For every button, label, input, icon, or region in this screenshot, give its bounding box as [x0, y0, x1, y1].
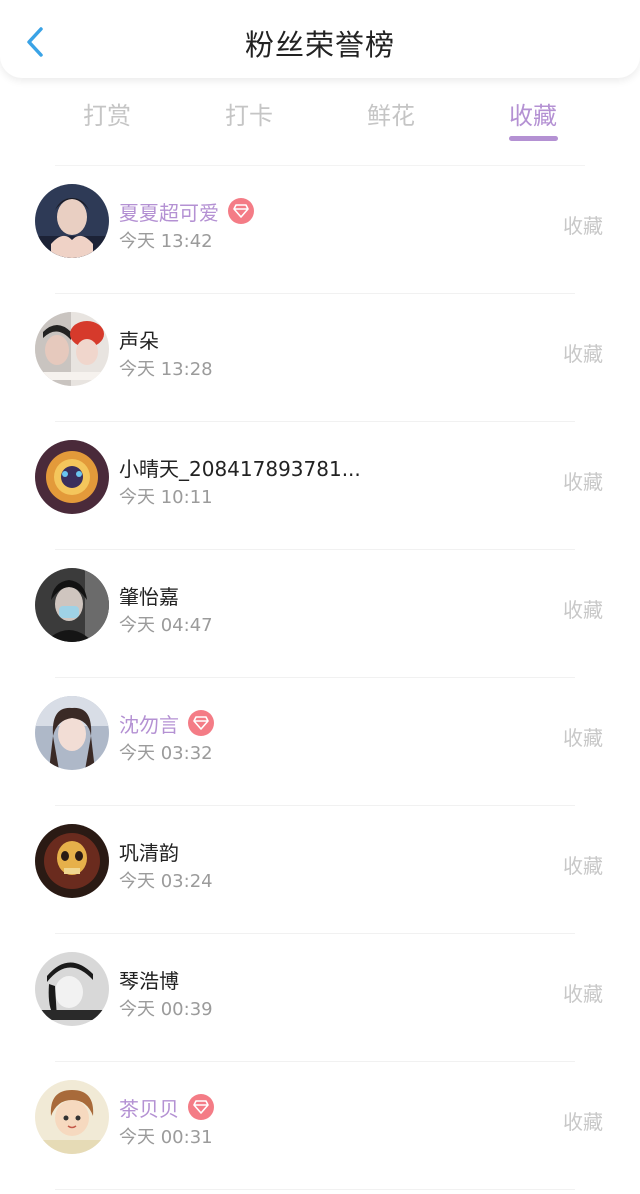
list-item[interactable]: 茶贝贝 今天 00:31 收藏 — [0, 1062, 640, 1190]
favorite-action[interactable]: 收藏 — [563, 722, 603, 751]
favorite-action[interactable]: 收藏 — [563, 466, 603, 495]
name-line: 茶贝贝 — [119, 1092, 214, 1122]
row-divider — [55, 1189, 575, 1190]
list-item[interactable]: 巩清韵 今天 03:24 收藏 — [0, 806, 640, 934]
fan-name: 小晴天_208417893781... — [119, 456, 361, 481]
fan-time: 今天 00:39 — [119, 999, 213, 1020]
avatar — [35, 824, 109, 898]
fan-time: 今天 13:42 — [119, 231, 213, 252]
list-item[interactable]: 小晴天_208417893781... 今天 10:11 收藏 — [0, 422, 640, 550]
fan-name: 夏夏超可爱 — [119, 200, 219, 225]
favorite-action[interactable]: 收藏 — [563, 594, 603, 623]
list-item[interactable]: 声朵 今天 13:28 收藏 — [0, 294, 640, 422]
fan-name: 声朵 — [119, 328, 159, 353]
fan-name: 沈勿言 — [119, 712, 179, 737]
fan-time: 今天 13:28 — [119, 359, 213, 380]
tab-reward[interactable]: 打赏 — [62, 96, 152, 131]
tab-checkin[interactable]: 打卡 — [204, 96, 294, 131]
name-line: 沈勿言 — [119, 708, 214, 738]
tab-flowers[interactable]: 鲜花 — [346, 96, 436, 131]
favorite-action[interactable]: 收藏 — [563, 210, 603, 239]
list-item[interactable]: 琴浩博 今天 00:39 收藏 — [0, 934, 640, 1062]
list-item[interactable]: 肇怡嘉 今天 04:47 收藏 — [0, 550, 640, 678]
name-line: 琴浩博 — [119, 964, 179, 994]
avatar — [35, 1080, 109, 1154]
fan-time: 今天 03:32 — [119, 743, 213, 764]
fan-name: 茶贝贝 — [119, 1096, 179, 1121]
fan-time: 今天 10:11 — [119, 487, 213, 508]
diamond-badge-icon — [228, 198, 254, 224]
name-line: 巩清韵 — [119, 836, 179, 866]
header-bar: 粉丝荣誉榜 — [0, 0, 640, 78]
fan-time: 今天 04:47 — [119, 615, 213, 636]
avatar — [35, 184, 109, 258]
diamond-badge-icon — [188, 1094, 214, 1120]
name-line: 肇怡嘉 — [119, 580, 179, 610]
fan-list: 夏夏超可爱 今天 13:42 收藏 声朵 今天 13:28 收藏 小晴天_208… — [0, 166, 640, 1190]
favorite-action[interactable]: 收藏 — [563, 1106, 603, 1135]
favorite-action[interactable]: 收藏 — [563, 338, 603, 367]
avatar — [35, 312, 109, 386]
avatar — [35, 568, 109, 642]
fan-time: 今天 00:31 — [119, 1127, 213, 1148]
diamond-badge-icon — [188, 710, 214, 736]
fan-name: 琴浩博 — [119, 968, 179, 993]
name-line: 小晴天_208417893781... — [119, 452, 361, 482]
tab-favorites[interactable]: 收藏 — [488, 96, 578, 131]
active-tab-indicator — [509, 136, 558, 141]
fan-time: 今天 03:24 — [119, 871, 213, 892]
tab-bar: 打赏 打卡 鲜花 收藏 — [0, 90, 640, 150]
avatar — [35, 952, 109, 1026]
list-item[interactable]: 夏夏超可爱 今天 13:42 收藏 — [0, 166, 640, 294]
avatar — [35, 440, 109, 514]
favorite-action[interactable]: 收藏 — [563, 850, 603, 879]
name-line: 夏夏超可爱 — [119, 196, 254, 226]
page-title: 粉丝荣誉榜 — [244, 28, 395, 62]
fan-name: 肇怡嘉 — [119, 584, 179, 609]
avatar — [35, 696, 109, 770]
name-line: 声朵 — [119, 324, 159, 354]
favorite-action[interactable]: 收藏 — [563, 978, 603, 1007]
list-item[interactable]: 沈勿言 今天 03:32 收藏 — [0, 678, 640, 806]
fan-name: 巩清韵 — [119, 840, 179, 865]
